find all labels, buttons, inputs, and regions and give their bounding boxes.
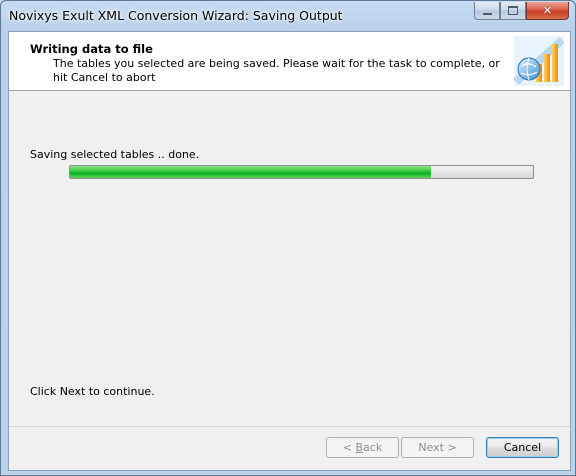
minimize-icon: [482, 12, 492, 15]
wizard-window: Novixys Exult XML Conversion Wizard: Sav…: [0, 0, 576, 476]
hint-label: Click Next to continue.: [30, 385, 155, 398]
cancel-button[interactable]: Cancel: [486, 437, 559, 458]
back-accel: B: [355, 441, 364, 454]
back-prefix: <: [342, 441, 356, 454]
title-bar[interactable]: Novixys Exult XML Conversion Wizard: Sav…: [1, 1, 575, 31]
maximize-button[interactable]: [500, 2, 526, 20]
next-button[interactable]: Next >: [401, 437, 474, 458]
wizard-page: Writing data to file The tables you sele…: [8, 31, 571, 471]
window-title: Novixys Exult XML Conversion Wizard: Sav…: [9, 8, 343, 23]
back-button[interactable]: < Back: [326, 437, 399, 458]
status-label: Saving selected tables .. done.: [30, 148, 200, 161]
back-rest: ack: [363, 441, 383, 454]
page-title: Writing data to file: [30, 42, 153, 56]
close-button[interactable]: ✕: [526, 2, 569, 20]
bar-chart-globe-icon: [514, 36, 564, 86]
maximize-icon: [508, 6, 518, 15]
next-button-label: Next >: [418, 441, 457, 454]
page-description: The tables you selected are being saved.…: [53, 57, 500, 84]
minimize-button[interactable]: [474, 2, 500, 20]
wizard-header: Writing data to file The tables you sele…: [9, 32, 570, 91]
cancel-button-label: Cancel: [503, 441, 542, 454]
close-icon: ✕: [542, 4, 553, 17]
progress-fill: [70, 166, 432, 178]
progress-bar: [69, 165, 534, 179]
back-button-label: < Back: [343, 441, 382, 454]
caption-buttons: ✕: [474, 2, 569, 21]
footer-divider: [9, 426, 570, 427]
